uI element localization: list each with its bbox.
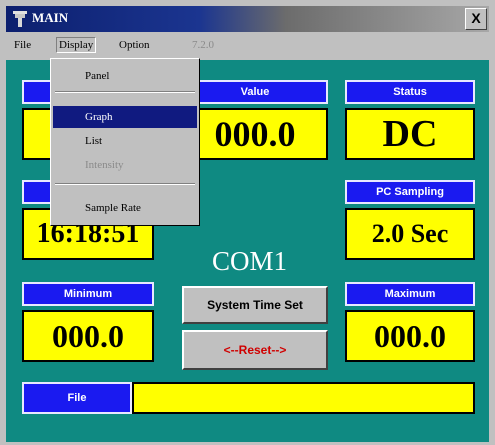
reset-button[interactable]: <--Reset--> [182, 330, 328, 370]
pc-sampling-label: PC Sampling [345, 180, 475, 204]
menu-display[interactable]: Display [56, 37, 97, 53]
status-label: Status [345, 80, 475, 104]
menu-item-intensity: Intensity [85, 159, 124, 171]
value-label: Value [182, 80, 328, 104]
status-display: DC [345, 108, 475, 160]
pc-sampling-display: 2.0 Sec [345, 208, 475, 260]
minimum-display: 000.0 [22, 310, 154, 362]
file-label: File [22, 382, 132, 414]
close-button[interactable]: X [465, 8, 487, 30]
value-display: 000.0 [182, 108, 328, 160]
menu-file[interactable]: File [14, 39, 31, 51]
app-icon [13, 11, 27, 27]
menu-item-graph[interactable]: Graph [53, 106, 197, 128]
menu-version: 7.2.0 [192, 39, 214, 51]
display-menu-dropdown: Panel Graph List Intensity Sample Rate [50, 58, 200, 226]
menu-bar: File Display Option 7.2.0 [6, 36, 489, 58]
window-title: MAIN [32, 10, 69, 25]
maximum-label: Maximum [345, 282, 475, 306]
system-time-set-button[interactable]: System Time Set [182, 286, 328, 324]
minimum-label: Minimum [22, 282, 154, 306]
menu-item-sample-rate[interactable]: Sample Rate [53, 197, 197, 219]
menu-separator [55, 91, 195, 93]
menu-option[interactable]: Option [119, 39, 150, 51]
menu-separator [55, 183, 195, 185]
menu-item-list[interactable]: List [53, 130, 197, 152]
file-display [132, 382, 475, 414]
main-window: MAIN X File Display Option 7.2.0 Value 0… [0, 0, 495, 445]
menu-item-panel[interactable]: Panel [53, 65, 197, 87]
com-port-label: COM1 [212, 246, 288, 276]
title-bar[interactable]: MAIN X [6, 6, 489, 32]
maximum-display: 000.0 [345, 310, 475, 362]
